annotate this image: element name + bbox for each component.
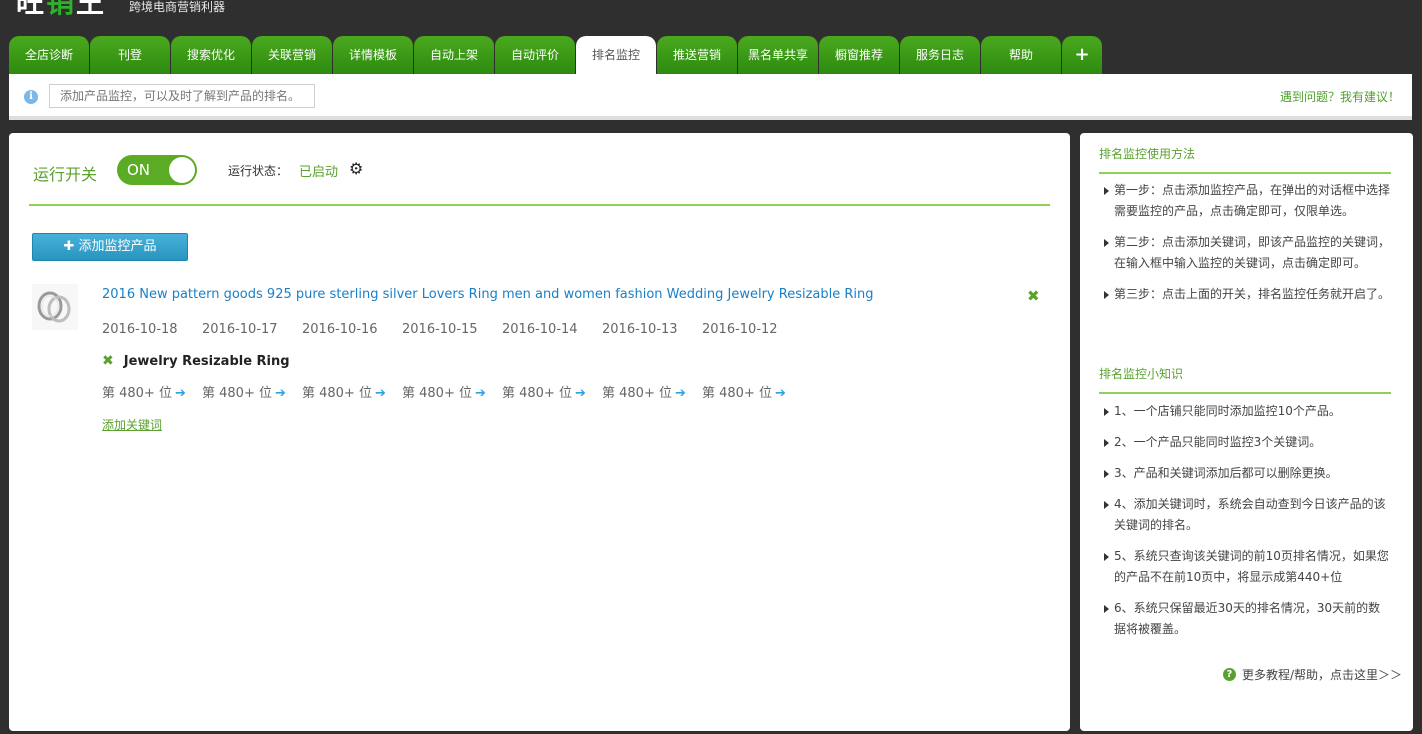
run-status-label: 运行状态：	[228, 164, 289, 178]
info-bar: i 遇到问题？我有建议！	[9, 74, 1412, 120]
date-cell: 2016-10-13	[602, 322, 678, 337]
arrow-right-icon: ➔	[174, 386, 186, 401]
list-item: 6、系统只保留最近30天的排名情况，30天前的数据将被覆盖。	[1099, 598, 1391, 640]
keyword-row: ✖ Jewelry Resizable Ring	[102, 353, 290, 369]
tab-related-marketing[interactable]: 关联营销	[252, 36, 332, 74]
question-icon: ?	[1222, 668, 1236, 681]
rank-cell[interactable]: 第 480+ 位 ➔	[302, 382, 402, 401]
list-item: 第一步：点击添加监控产品，在弹出的对话框中选择需要监控的产品，点击确定即可，仅限…	[1099, 180, 1391, 222]
help-link[interactable]: ? 更多教程/帮助，点击这里＞＞	[1222, 666, 1402, 683]
arrow-right-icon: ➔	[274, 386, 286, 401]
date-cell: 2016-10-15	[402, 322, 478, 337]
usage-steps-list: 第一步：点击添加监控产品，在弹出的对话框中选择需要监控的产品，点击确定即可，仅限…	[1099, 180, 1391, 315]
tab-blacklist-share[interactable]: 黑名单共享	[738, 36, 818, 74]
list-item: 2、一个产品只能同时监控3个关键词。	[1099, 432, 1391, 453]
tab-rank-monitor[interactable]: 排名监控	[576, 36, 656, 74]
run-switch-label: 运行开关	[33, 165, 98, 184]
date-cell: 2016-10-12	[702, 322, 778, 337]
add-keyword-link[interactable]: 添加关键词	[102, 416, 162, 433]
run-status-value: 已启动	[299, 165, 339, 180]
tips-title: 排名监控小知识	[1099, 365, 1391, 394]
rank-row: 第 480+ 位 ➔ 第 480+ 位 ➔ 第 480+ 位 ➔ 第 480+ 位 ➔ …	[102, 382, 802, 401]
brand-logo: 旺销王	[16, 0, 106, 18]
rank-cell[interactable]: 第 480+ 位 ➔	[402, 382, 502, 401]
list-item: 5、系统只查询该关键词的前10页排名情况，如果您的产品不在前10页中，将显示成第…	[1099, 546, 1391, 588]
tips-list: 1、一个店铺只能同时添加监控10个产品。 2、一个产品只能同时监控3个关键词。 …	[1099, 401, 1391, 650]
tab-search-optimization[interactable]: 搜索优化	[171, 36, 251, 74]
logo-text: 旺销王	[16, 0, 107, 19]
tab-auto-review[interactable]: 自动评价	[495, 36, 575, 74]
arrow-right-icon: ➔	[774, 386, 786, 401]
list-item: 第二步：点击添加关键词，即该产品监控的关键词，在输入框中输入监控的关键词，点击确…	[1099, 232, 1391, 274]
toggle-knob	[169, 157, 195, 183]
remove-product-icon[interactable]: ✖	[1027, 287, 1040, 305]
date-cell: 2016-10-18	[102, 322, 178, 337]
info-icon: i	[24, 90, 38, 104]
tab-push-marketing[interactable]: 推送营销	[657, 36, 737, 74]
date-cell: 2016-10-14	[502, 322, 578, 337]
side-panel: 排名监控使用方法 第一步：点击添加监控产品，在弹出的对话框中选择需要监控的产品，…	[1080, 133, 1413, 731]
date-cell: 2016-10-17	[202, 322, 278, 337]
rank-cell[interactable]: 第 480+ 位 ➔	[202, 382, 302, 401]
rank-cell[interactable]: 第 480+ 位 ➔	[502, 382, 602, 401]
list-item: 第三步：点击上面的开关，排名监控任务就开启了。	[1099, 284, 1391, 305]
tab-service-log[interactable]: 服务日志	[900, 36, 980, 74]
add-product-button[interactable]: ✚ 添加监控产品	[32, 233, 188, 261]
tab-window-recommend[interactable]: 橱窗推荐	[819, 36, 899, 74]
tab-listing[interactable]: 刊登	[90, 36, 170, 74]
date-cell: 2016-10-16	[302, 322, 378, 337]
tab-store-diagnosis[interactable]: 全店诊断	[9, 36, 89, 74]
main-panel: 运行开关 ON 运行状态： 已启动 ⚙ ✚ 添加监控产品 2016 New pa…	[9, 133, 1070, 731]
plus-icon: ✚	[63, 239, 75, 254]
tab-help[interactable]: 帮助	[981, 36, 1061, 74]
usage-title: 排名监控使用方法	[1099, 145, 1391, 174]
date-row: 2016-10-18 2016-10-17 2016-10-16 2016-10…	[102, 322, 802, 337]
hint-input[interactable]	[49, 84, 315, 108]
remove-keyword-icon[interactable]: ✖	[102, 353, 114, 369]
tab-auto-listing[interactable]: 自动上架	[414, 36, 494, 74]
tab-detail-template[interactable]: 详情模板	[333, 36, 413, 74]
list-item: 4、添加关键词时，系统会自动查到今日该产品的该关键词的排名。	[1099, 494, 1391, 536]
add-tab-button[interactable]: +	[1062, 36, 1102, 74]
brand-tagline: 跨境电商营销利器	[129, 0, 226, 14]
feedback-link[interactable]: 遇到问题？我有建议！	[1280, 88, 1400, 105]
list-item: 1、一个店铺只能同时添加监控10个产品。	[1099, 401, 1391, 422]
rank-cell[interactable]: 第 480+ 位 ➔	[702, 382, 802, 401]
arrow-right-icon: ➔	[674, 386, 686, 401]
product-thumbnail[interactable]	[32, 284, 78, 330]
toggle-state-text: ON	[127, 161, 151, 179]
arrow-right-icon: ➔	[474, 386, 486, 401]
arrow-right-icon: ➔	[374, 386, 386, 401]
divider	[29, 204, 1050, 206]
rank-cell[interactable]: 第 480+ 位 ➔	[602, 382, 702, 401]
run-toggle[interactable]: ON	[117, 155, 197, 185]
product-title-link[interactable]: 2016 New pattern goods 925 pure sterling…	[102, 287, 874, 302]
gear-icon[interactable]: ⚙	[349, 159, 363, 178]
arrow-right-icon: ➔	[574, 386, 586, 401]
main-nav: 全店诊断 刊登 搜索优化 关联营销 详情模板 自动上架 自动评价 排名监控 推送…	[9, 36, 1102, 74]
list-item: 3、产品和关键词添加后都可以删除更换。	[1099, 463, 1391, 484]
keyword-text: Jewelry Resizable Ring	[123, 353, 290, 369]
rank-cell[interactable]: 第 480+ 位 ➔	[102, 382, 202, 401]
